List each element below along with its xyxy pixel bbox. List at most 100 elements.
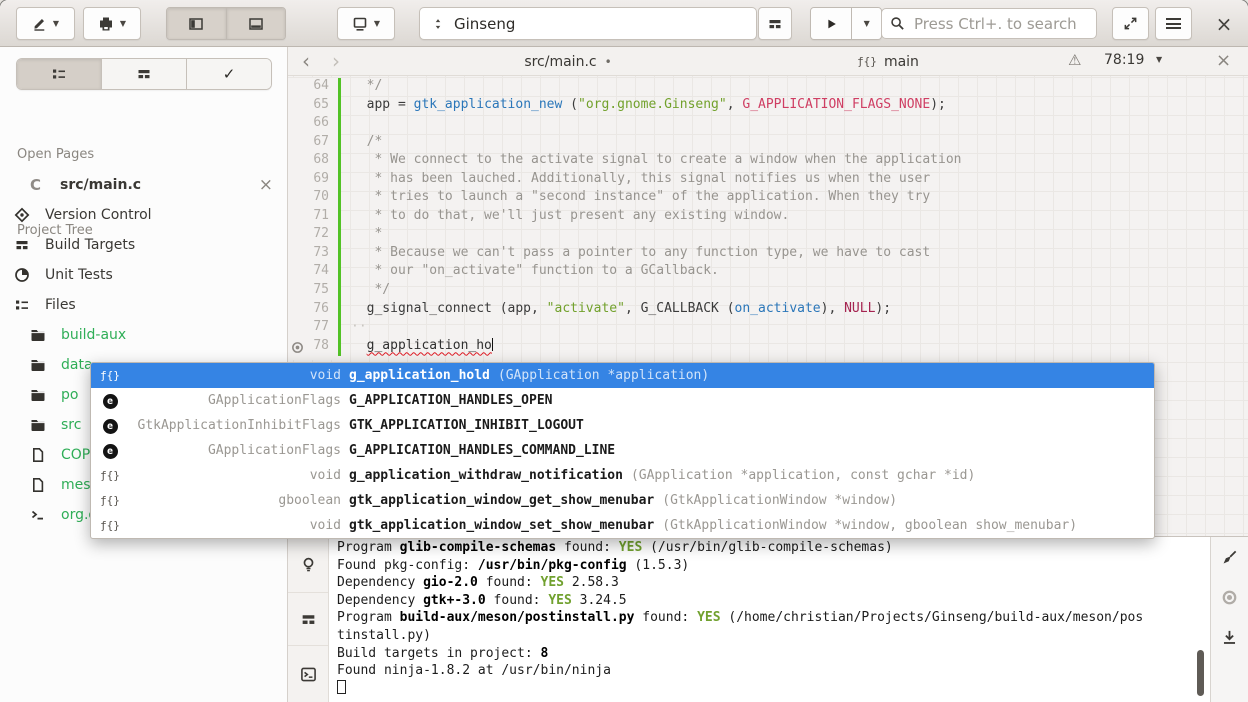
tree-item-build-targets[interactable]: Build Targets — [0, 230, 287, 260]
panel-tab-terminal[interactable] — [288, 646, 328, 702]
utility-record-button[interactable] — [1211, 577, 1248, 617]
tab-todo[interactable]: ✓ — [186, 59, 271, 89]
line-number-gutter: 646566676869707172737475767778 — [288, 78, 338, 360]
completion-name: GTK_APPLICATION_INHIBIT_LOGOUT — [349, 418, 584, 433]
line-number: 73 — [288, 245, 338, 264]
window-close-button[interactable]: × — [1206, 7, 1242, 40]
line-number: 71 — [288, 208, 338, 227]
open-pages-label: Open Pages — [17, 147, 94, 162]
folder-icon — [30, 327, 46, 343]
code-line-67[interactable]: /* — [351, 134, 1248, 153]
completion-item-gtk_application_window_get_show_menubar[interactable]: ƒ{}gbooleangtk_application_window_get_sh… — [91, 488, 1154, 513]
tree-item-unit-tests[interactable]: Unit Tests — [0, 260, 287, 290]
toggle-bottom-panel-button[interactable] — [226, 8, 285, 39]
completion-item-gtk_application_inhibit_logout[interactable]: eGtkApplicationInhibitFlagsGTK_APPLICATI… — [91, 413, 1154, 438]
completion-item-g_application_handles_open[interactable]: eGApplicationFlagsG_APPLICATION_HANDLES_… — [91, 388, 1154, 413]
panel-tab-build[interactable] — [288, 593, 328, 646]
open-page-src-main-c[interactable]: C src/main.c × — [0, 169, 287, 201]
tree-item-version-control[interactable]: Version Control — [0, 200, 287, 230]
completion-item-gtk_application_window_set_show_menubar[interactable]: ƒ{}voidgtk_application_window_set_show_m… — [91, 513, 1154, 538]
code-line-77[interactable]: ·· — [351, 319, 1248, 338]
device-menu-button[interactable]: ▼ — [83, 7, 141, 40]
tree-item-build-aux[interactable]: build-aux — [0, 320, 287, 350]
check-icon: ✓ — [223, 65, 236, 83]
nav-back-icon[interactable]: ‹ — [302, 48, 310, 74]
line-number: 78 — [288, 338, 338, 357]
panel-bottom-icon — [248, 16, 264, 32]
search-input[interactable] — [912, 14, 1088, 34]
code-line-70[interactable]: * tries to launch a "second instance" of… — [351, 189, 1248, 208]
close-icon: × — [1216, 14, 1233, 34]
nav-forward-icon[interactable]: › — [332, 48, 340, 74]
line-number: 68 — [288, 152, 338, 171]
global-search — [881, 8, 1097, 39]
code-line-74[interactable]: * our "on_activate" function to a GCallb… — [351, 263, 1248, 282]
symbol-breadcrumb[interactable]: ƒ{} main — [808, 47, 968, 76]
tree-item-files[interactable]: Files — [0, 290, 287, 320]
script-icon — [30, 507, 46, 523]
folder-icon — [30, 357, 46, 373]
utility-download-button[interactable] — [1211, 617, 1248, 657]
display-menu-button[interactable]: ▼ — [337, 7, 395, 40]
download-icon — [1221, 629, 1238, 646]
output-scrollbar[interactable] — [1197, 650, 1204, 696]
play-icon — [824, 17, 838, 31]
fullscreen-button[interactable] — [1112, 7, 1149, 40]
sidebar-view-switcher: ✓ — [16, 58, 272, 90]
code-line-71[interactable]: * to do that, we'll just present any exi… — [351, 208, 1248, 227]
run-options-button[interactable]: ▼ — [851, 8, 881, 39]
pages-list-icon — [51, 66, 67, 82]
code-line-75[interactable]: */ — [351, 282, 1248, 301]
completion-item-g_application_hold[interactable]: ƒ{}voidg_application_hold(GApplication *… — [91, 363, 1154, 388]
editor-options-icon[interactable]: ▼ — [1156, 56, 1162, 64]
panel-tab-bulb[interactable] — [288, 537, 328, 593]
code-line-69[interactable]: * has been lauched. Additionally, this s… — [351, 171, 1248, 190]
completion-name: gtk_application_window_get_show_menubar — [349, 493, 654, 508]
output-line: tinstall.py) — [337, 627, 1197, 645]
return-type: void — [123, 468, 341, 483]
edit-menu-button[interactable]: ▼ — [16, 7, 75, 40]
code-line-72[interactable]: * — [351, 226, 1248, 245]
completion-name: gtk_application_window_set_show_menubar — [349, 518, 654, 533]
chevron-down-icon: ▼ — [53, 20, 59, 28]
diagnostics-warning-icon[interactable]: ⚠ — [1068, 51, 1081, 69]
build-blocks-icon — [767, 16, 783, 32]
output-line — [337, 680, 1197, 698]
completion-name: g_application_hold — [349, 368, 490, 383]
record-icon — [1221, 589, 1238, 606]
tab-build-targets[interactable] — [101, 59, 186, 89]
code-line-64[interactable]: */ — [351, 78, 1248, 97]
close-page-icon[interactable]: × — [259, 175, 273, 195]
gnome-builder-window: ▼ ▼ ▼ Ginseng — [0, 0, 1248, 702]
chevron-down-icon: ▼ — [374, 20, 380, 28]
menu-button[interactable] — [1155, 7, 1192, 40]
files-icon — [14, 297, 30, 313]
utility-broom-button[interactable] — [1211, 537, 1248, 577]
completion-item-g_application_handles_command_line[interactable]: eGApplicationFlagsG_APPLICATION_HANDLES_… — [91, 438, 1154, 463]
enum-icon: e — [97, 393, 123, 409]
code-line-73[interactable]: * Because we can't pass a pointer to any… — [351, 245, 1248, 264]
omnibar-project-button[interactable]: Ginseng — [419, 7, 757, 40]
code-line-65[interactable]: app = gtk_application_new ("org.gnome.Gi… — [351, 97, 1248, 116]
file-breadcrumb[interactable]: src/main.c • — [488, 47, 648, 76]
tab-pages[interactable] — [17, 59, 101, 89]
bulb-icon — [300, 556, 317, 573]
toggle-left-panel-button[interactable] — [167, 8, 226, 39]
diagnostic-marker-icon — [291, 341, 304, 354]
hamburger-icon — [1166, 16, 1181, 32]
code-line-68[interactable]: * We connect to the activate signal to c… — [351, 152, 1248, 171]
build-output[interactable]: Program glib-compile-schemas found: YES … — [329, 539, 1197, 702]
line-number: 69 — [288, 171, 338, 190]
build-status-button[interactable] — [758, 7, 792, 40]
code-line-66[interactable] — [351, 115, 1248, 134]
run-button[interactable] — [811, 8, 851, 39]
editor-close-icon[interactable]: × — [1216, 50, 1231, 71]
code-line-78[interactable]: g_application_ho — [351, 338, 1248, 357]
line-number: 76 — [288, 301, 338, 320]
search-icon — [890, 16, 905, 31]
code-line-76[interactable]: g_signal_connect (app, "activate", G_CAL… — [351, 301, 1248, 320]
completion-params: (GApplication *application) — [498, 368, 709, 383]
line-number: 70 — [288, 189, 338, 208]
return-type: gboolean — [123, 493, 341, 508]
completion-item-g_application_withdraw_notification[interactable]: ƒ{}voidg_application_withdraw_notificati… — [91, 463, 1154, 488]
